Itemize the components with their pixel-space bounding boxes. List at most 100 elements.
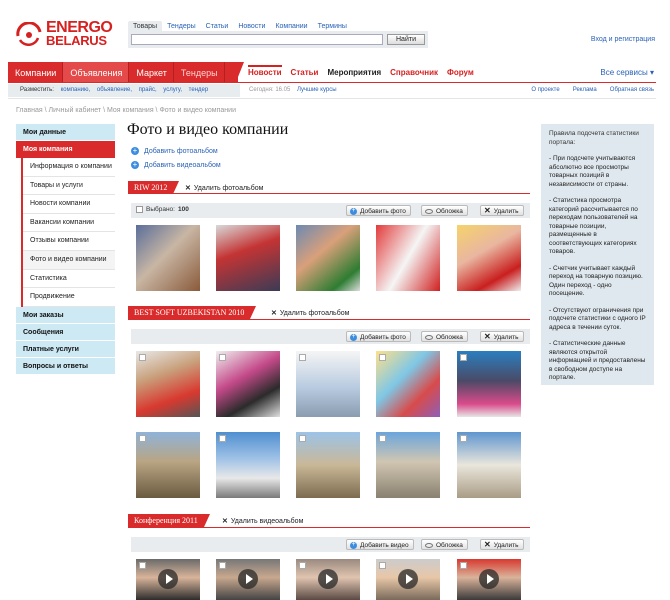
main-nav: Компании Объявления Маркет Тендеры: [8, 62, 238, 82]
place-label: Разместить:: [20, 87, 54, 93]
play-icon: [238, 569, 258, 589]
delete-button[interactable]: ✕ Удалить: [480, 331, 524, 342]
video-thumbnail[interactable]: [136, 559, 200, 600]
photo-checkbox: [139, 435, 146, 442]
photo-checkbox: [219, 435, 226, 442]
photo-thumbnail[interactable]: [136, 351, 200, 417]
place-ad-link[interactable]: объявление,: [97, 87, 132, 93]
nav-market[interactable]: Маркет: [129, 62, 174, 82]
login-register-link[interactable]: Вход и регистрация: [591, 36, 655, 43]
play-icon: [398, 569, 418, 589]
search-button[interactable]: Найти: [387, 34, 425, 45]
photo-thumbnail[interactable]: [216, 351, 280, 417]
photo-thumbnail[interactable]: [376, 432, 440, 498]
sidebar-my-orders[interactable]: Мои заказы: [16, 306, 115, 324]
sidebar-item-reviews[interactable]: Отзывы компании: [23, 232, 115, 251]
video-checkbox: [379, 562, 386, 569]
nav-companies[interactable]: Компании: [8, 62, 64, 82]
ads-link[interactable]: Реклама: [573, 87, 597, 93]
delete-album-link[interactable]: ✕ Удалить фотоальбом: [185, 184, 263, 192]
about-link[interactable]: О проекте: [531, 87, 559, 93]
cover-button[interactable]: Обложка: [421, 205, 468, 216]
photo-thumbnail[interactable]: [136, 225, 200, 291]
photo-checkbox: [219, 354, 226, 361]
album-title[interactable]: Конференция 2011: [128, 514, 210, 527]
nav-tenders[interactable]: Тендеры: [174, 62, 225, 82]
sidebar-faq[interactable]: Вопросы и ответы: [16, 357, 115, 375]
sidebar-item-promotion[interactable]: Продвижение: [23, 288, 115, 307]
sidebar: Мои данные Моя компания Информация о ком…: [16, 124, 115, 375]
photo-thumbnail[interactable]: [216, 432, 280, 498]
sidebar-item-goods[interactable]: Товары и услуги: [23, 177, 115, 196]
select-all-checkbox[interactable]: [136, 206, 143, 213]
place-price-link[interactable]: прайс,: [139, 87, 157, 93]
place-service-link[interactable]: услугу,: [163, 87, 182, 93]
plus-icon: +: [131, 160, 139, 169]
album-title[interactable]: BEST SOFT UZBEKISTAN 2010: [128, 306, 257, 319]
photo-thumbnail[interactable]: [296, 225, 360, 291]
photo-thumbnail[interactable]: [136, 432, 200, 498]
cover-button[interactable]: Обложка: [421, 331, 468, 342]
search-input[interactable]: [131, 34, 383, 45]
breadcrumb[interactable]: Главная \ Личный кабинет \ Моя компания …: [16, 107, 236, 114]
subnav-events[interactable]: Мероприятия: [327, 68, 381, 77]
search-box: Найти: [128, 31, 428, 48]
subnav-reference[interactable]: Справочник: [390, 68, 438, 77]
sidebar-my-data[interactable]: Мои данные: [16, 124, 115, 141]
all-services-link[interactable]: Все сервисы ▾: [600, 68, 654, 77]
sidebar-item-company-info[interactable]: Информация о компании: [23, 158, 115, 177]
video-thumbnail[interactable]: [457, 559, 521, 600]
plus-icon: +: [350, 332, 357, 341]
subnav-news[interactable]: Новости: [248, 65, 282, 77]
feedback-link[interactable]: Обратная связь: [610, 87, 654, 93]
add-photo-button[interactable]: + Добавить фото: [346, 331, 411, 342]
rules-item: - При подсчете учитываются абсолютно все…: [549, 155, 636, 188]
header-divider: [8, 98, 656, 99]
album-toolbar: [131, 203, 530, 218]
photo-thumbnail[interactable]: [457, 225, 521, 291]
photo-thumbnail[interactable]: [296, 351, 360, 417]
delete-button[interactable]: ✕ Удалить: [480, 539, 524, 550]
top-links: О проекте Реклама Обратная связь: [531, 87, 654, 93]
add-photo-button[interactable]: + Добавить фото: [346, 205, 411, 216]
delete-album-link[interactable]: ✕ Удалить видеоальбом: [222, 517, 303, 525]
place-company-link[interactable]: компанию,: [61, 87, 91, 93]
close-icon: ✕: [484, 540, 491, 549]
video-checkbox: [139, 562, 146, 569]
photo-thumbnail[interactable]: [376, 225, 440, 291]
photo-thumbnail[interactable]: [296, 432, 360, 498]
video-thumbnail[interactable]: [296, 559, 360, 600]
best-rates-link[interactable]: Лучшие курсы: [297, 87, 337, 93]
add-photo-album-label[interactable]: Добавить фотоальбом: [144, 148, 218, 155]
photo-thumbnail[interactable]: [457, 351, 521, 417]
add-video-album-label[interactable]: Добавить видеоальбом: [144, 162, 221, 169]
sidebar-item-news[interactable]: Новости компании: [23, 195, 115, 214]
nav-divider: [8, 82, 656, 83]
video-thumbnail[interactable]: [216, 559, 280, 600]
sidebar-paid-services[interactable]: Платные услуги: [16, 340, 115, 358]
subnav-articles[interactable]: Статьи: [291, 68, 319, 77]
subnav-forum[interactable]: Форум: [447, 68, 474, 77]
add-video-button[interactable]: + Добавить видео: [346, 539, 414, 550]
photo-checkbox: [299, 435, 306, 442]
photo-thumbnail[interactable]: [376, 351, 440, 417]
logo-text-line2[interactable]: BELARUS: [46, 33, 107, 48]
add-photo-album-link[interactable]: + Добавить фотоальбом: [131, 147, 218, 155]
sub-nav: Новости Статьи Мероприятия Справочник Фо…: [248, 65, 474, 77]
add-video-album-link[interactable]: + Добавить видеоальбом: [131, 161, 221, 169]
photo-thumbnail[interactable]: [457, 432, 521, 498]
rules-item: - Отсутствуют ограничения при подсчете с…: [549, 306, 646, 331]
sidebar-item-vacancies[interactable]: Вакансии компании: [23, 214, 115, 233]
sidebar-item-statistics[interactable]: Статистика: [23, 270, 115, 289]
sidebar-messages[interactable]: Сообщения: [16, 323, 115, 341]
video-thumbnail[interactable]: [376, 559, 440, 600]
nav-ads[interactable]: Объявления: [63, 62, 130, 82]
video-checkbox: [299, 562, 306, 569]
sidebar-item-photo-video[interactable]: Фото и видео компании: [23, 250, 115, 270]
sidebar-my-company[interactable]: Моя компания: [16, 141, 115, 158]
photo-thumbnail[interactable]: [216, 225, 280, 291]
cover-button[interactable]: Обложка: [421, 539, 468, 550]
place-tender-link[interactable]: тендер: [189, 87, 209, 93]
delete-album-link[interactable]: ✕ Удалить фотоальбом: [271, 309, 349, 317]
delete-button[interactable]: ✕ Удалить: [480, 205, 524, 216]
